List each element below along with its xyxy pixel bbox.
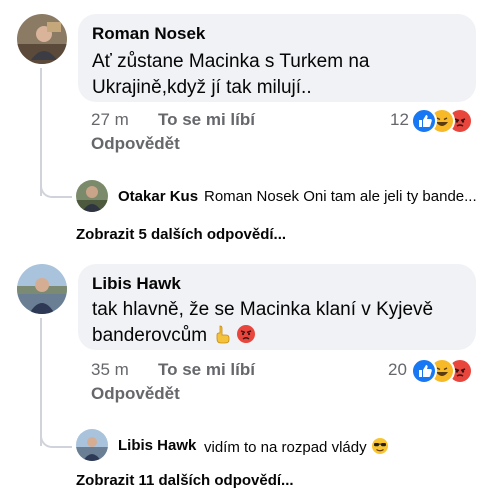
view-more-replies[interactable]: Zobrazit 5 dalších odpovědí... bbox=[76, 226, 286, 243]
thread-line bbox=[40, 68, 42, 196]
reply-button[interactable]: Odpovědět bbox=[91, 384, 180, 404]
comment-text-line: tak hlavně, že se Macinka klaní v Kyjevě bbox=[92, 299, 434, 320]
avatar[interactable] bbox=[17, 264, 67, 314]
thread-line bbox=[40, 318, 42, 446]
reply-text: Roman Nosek Oni tam ale jeli ty bande... bbox=[204, 188, 477, 205]
like-button[interactable]: To se mi líbí bbox=[158, 110, 255, 130]
comment-text-line-wrap: banderovcům bbox=[92, 322, 256, 350]
reactions-summary[interactable] bbox=[411, 358, 481, 384]
reaction-count[interactable]: 20 bbox=[388, 360, 407, 380]
comment-text-line: Ukrajině,když jí tak milují.. bbox=[92, 77, 312, 98]
reply-author[interactable]: Otakar Kus bbox=[118, 188, 198, 205]
avatar[interactable] bbox=[17, 14, 67, 64]
like-button[interactable]: To se mi líbí bbox=[158, 360, 255, 380]
reply-avatar[interactable] bbox=[76, 429, 108, 461]
angry-face-icon bbox=[236, 324, 256, 349]
finger-point-icon bbox=[212, 324, 232, 349]
comment-time[interactable]: 27 m bbox=[91, 110, 129, 130]
comment-time[interactable]: 35 m bbox=[91, 360, 129, 380]
sunglasses-face-icon bbox=[371, 437, 389, 460]
reactions-summary[interactable] bbox=[411, 108, 481, 134]
like-icon bbox=[411, 358, 437, 384]
comment-author[interactable]: Libis Hawk bbox=[92, 274, 181, 294]
reply-button[interactable]: Odpovědět bbox=[91, 134, 180, 154]
comment-text-line: Ať zůstane Macinka s Turkem na bbox=[92, 51, 370, 72]
comment-author[interactable]: Roman Nosek bbox=[92, 24, 205, 44]
like-icon bbox=[411, 108, 437, 134]
view-more-replies[interactable]: Zobrazit 11 dalších odpovědí... bbox=[76, 472, 294, 489]
comment-bubble: Roman Nosek Ať zůstane Macinka s Turkem … bbox=[78, 14, 476, 102]
reply-text: vidím to na rozpad vlády bbox=[204, 439, 367, 456]
reply-avatar[interactable] bbox=[76, 180, 108, 212]
reply-author[interactable]: Libis Hawk bbox=[118, 437, 196, 454]
comment-bubble: Libis Hawk tak hlavně, že se Macinka kla… bbox=[78, 264, 476, 350]
reaction-count[interactable]: 12 bbox=[390, 110, 409, 130]
thread-connector bbox=[40, 430, 72, 448]
thread-connector bbox=[40, 180, 72, 198]
comment-text-line: banderovcům bbox=[92, 325, 208, 346]
reply-text-wrap: vidím to na rozpad vlády bbox=[204, 437, 389, 460]
